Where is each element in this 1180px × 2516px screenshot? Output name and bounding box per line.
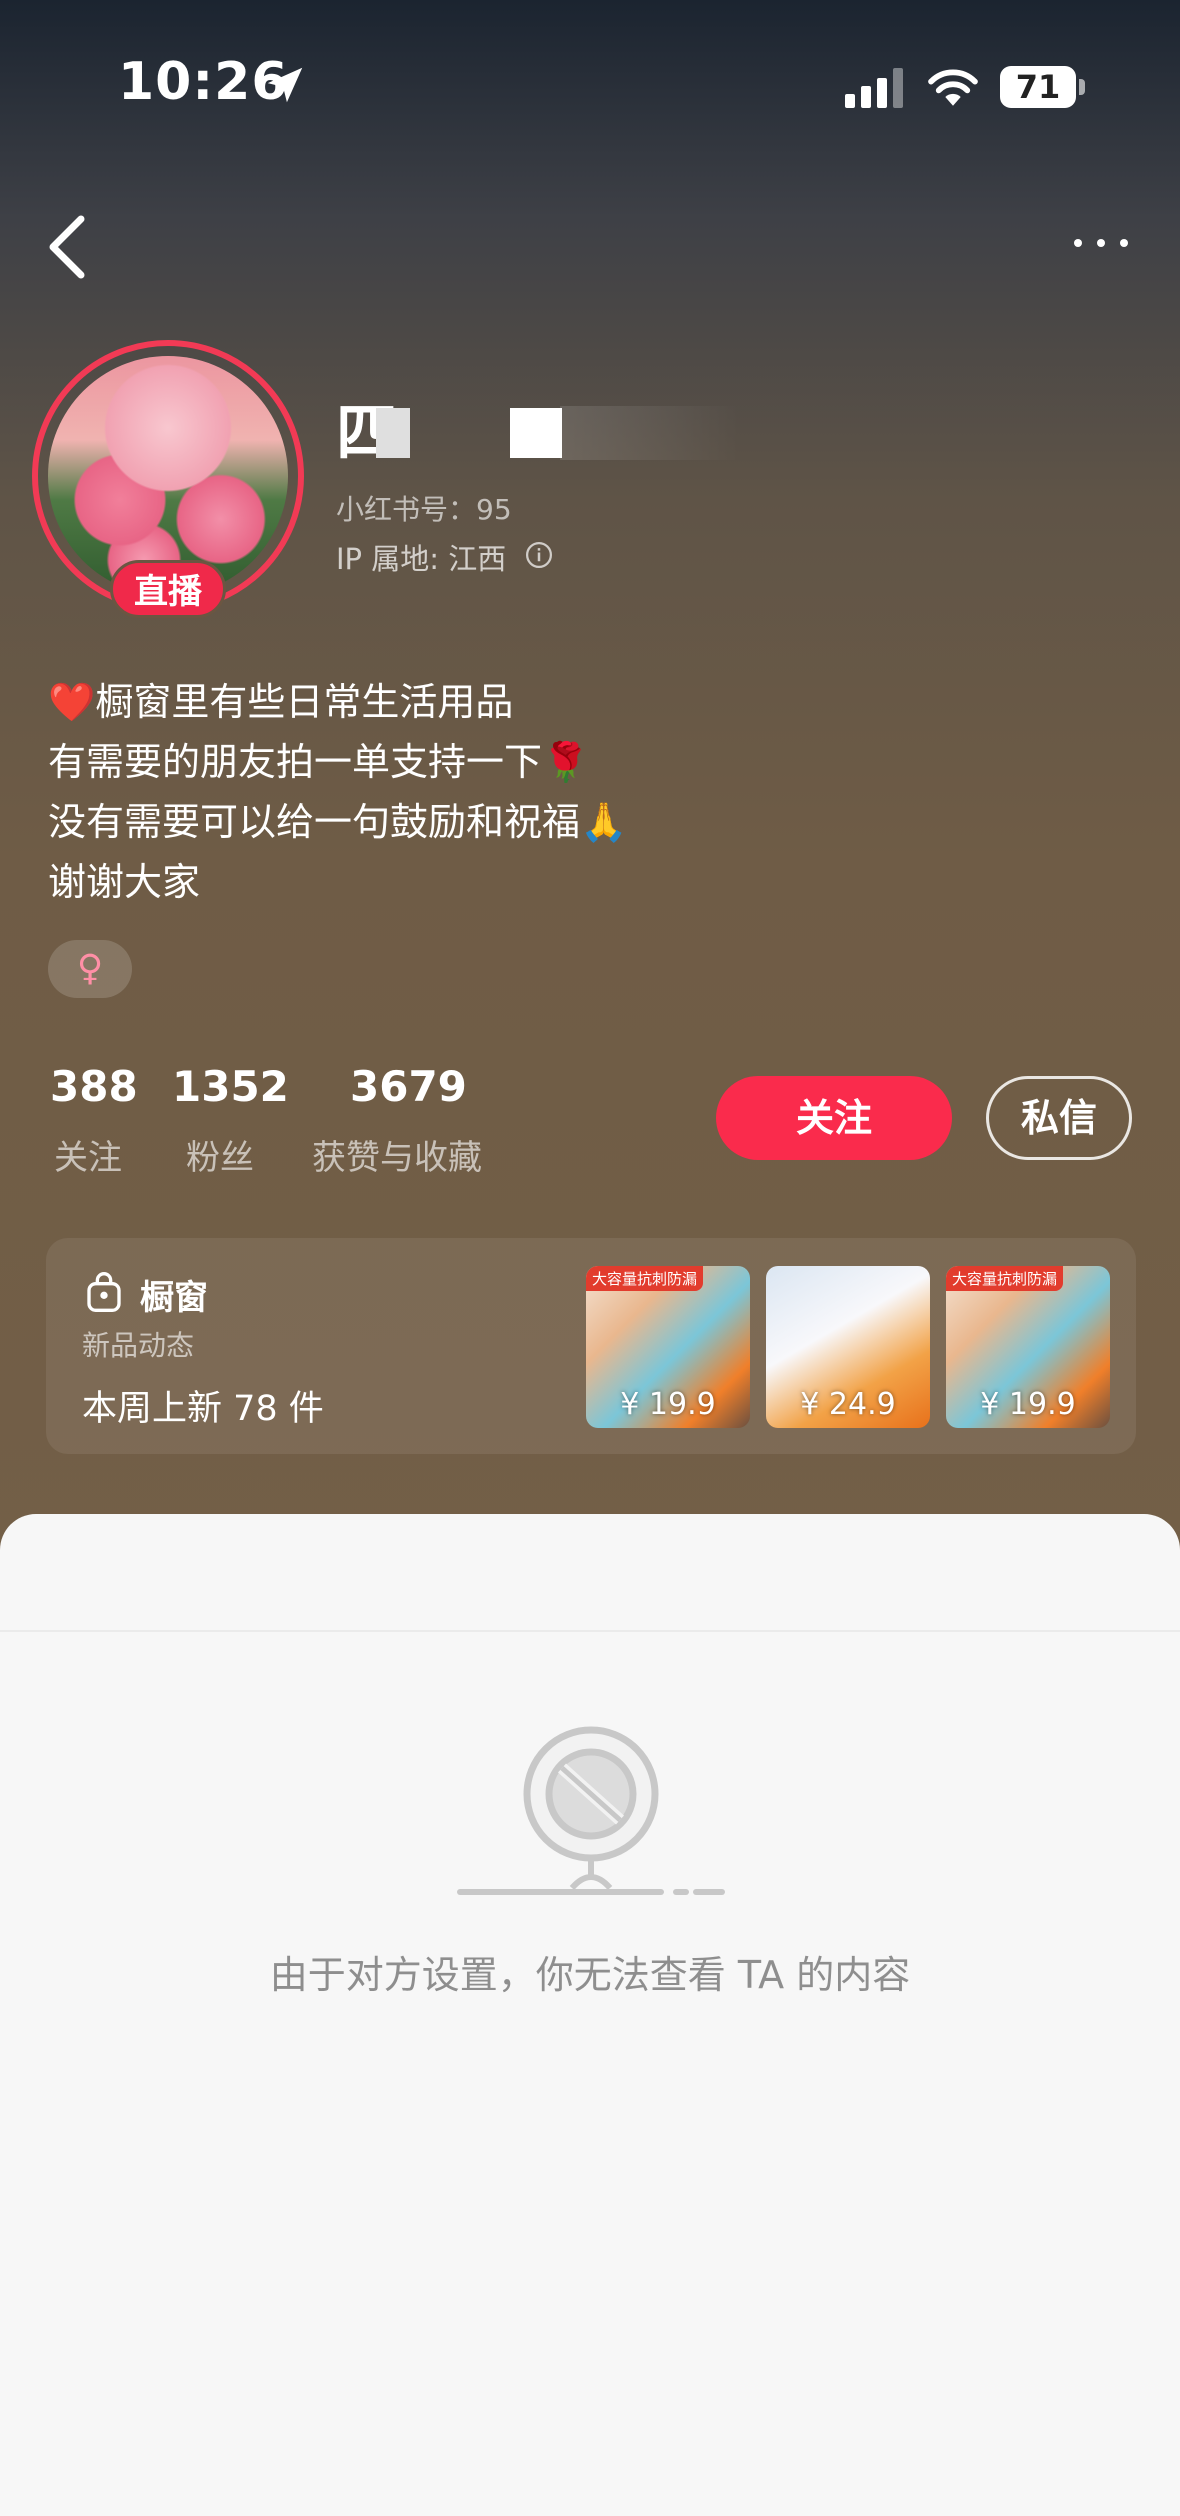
live-badge[interactable]: 直播 bbox=[110, 560, 226, 618]
product-price: ¥ 19.9 bbox=[980, 1387, 1076, 1422]
shopping-bag-icon bbox=[87, 1272, 121, 1312]
battery-nub bbox=[1079, 79, 1085, 95]
stat-followers-count[interactable]: 1352 bbox=[172, 1062, 289, 1111]
shop-title: 橱窗 bbox=[140, 1278, 208, 1318]
message-button[interactable]: 私信 bbox=[986, 1076, 1132, 1160]
cellular-signal-icon bbox=[845, 68, 903, 108]
redacted-block bbox=[510, 408, 562, 458]
more-dots-icon[interactable] bbox=[1066, 228, 1136, 258]
bio-line: 谢谢大家 bbox=[48, 860, 201, 904]
content-sheet bbox=[0, 1514, 1180, 2516]
redacted-blur bbox=[560, 406, 740, 460]
product-thumbnail[interactable]: 大容量抗刺防漏 ¥ 19.9 bbox=[946, 1266, 1110, 1428]
tab-divider bbox=[0, 1630, 1180, 1632]
follow-button[interactable]: 关注 bbox=[716, 1076, 952, 1160]
bio-line: 没有需要可以给一句鼓励和祝福🙏 bbox=[48, 800, 628, 844]
bio-line: ❤️橱窗里有些日常生活用品 bbox=[48, 680, 514, 724]
shop-weekly-new: 本周上新 78 件 bbox=[82, 1389, 324, 1429]
location-arrow-icon bbox=[267, 67, 303, 103]
battery-icon: 71 bbox=[1000, 66, 1076, 108]
product-tag: 大容量抗刺防漏 bbox=[946, 1266, 1064, 1291]
redbook-id: 小红书号：95 bbox=[336, 493, 512, 526]
stat-likes-count[interactable]: 3679 bbox=[350, 1062, 467, 1111]
chevron-left-icon[interactable] bbox=[42, 212, 92, 282]
blocked-content-message: 由于对方设置，你无法查看 TA 的内容 bbox=[269, 1953, 911, 1997]
bio-line: 有需要的朋友拍一单支持一下🌹 bbox=[48, 740, 590, 784]
stat-likes-label[interactable]: 获赞与收藏 bbox=[312, 1130, 482, 1179]
redacted-block bbox=[376, 408, 410, 458]
info-icon[interactable] bbox=[524, 540, 554, 570]
product-price: ¥ 19.9 bbox=[620, 1387, 716, 1422]
gender-female-icon: ♀ bbox=[48, 940, 132, 998]
blocked-content-icon bbox=[457, 1726, 725, 1895]
shop-subtitle: 新品动态 bbox=[82, 1329, 195, 1362]
product-tag: 大容量抗刺防漏 bbox=[586, 1266, 704, 1291]
ip-location: IP 属地: 江西 bbox=[336, 542, 507, 576]
stat-following-count[interactable]: 388 bbox=[50, 1062, 138, 1111]
bio: ❤️橱窗里有些日常生活用品 有需要的朋友拍一单支持一下🌹 没有需要可以给一句鼓励… bbox=[48, 672, 627, 912]
product-price: ¥ 24.9 bbox=[800, 1387, 896, 1422]
product-thumbnail[interactable]: 大容量抗刺防漏 ¥ 19.9 bbox=[586, 1266, 750, 1428]
wifi-icon bbox=[928, 69, 978, 106]
stat-following-label[interactable]: 关注 bbox=[54, 1130, 122, 1179]
product-thumbnail[interactable]: ¥ 24.9 bbox=[766, 1266, 930, 1428]
stat-followers-label[interactable]: 粉丝 bbox=[186, 1130, 254, 1179]
